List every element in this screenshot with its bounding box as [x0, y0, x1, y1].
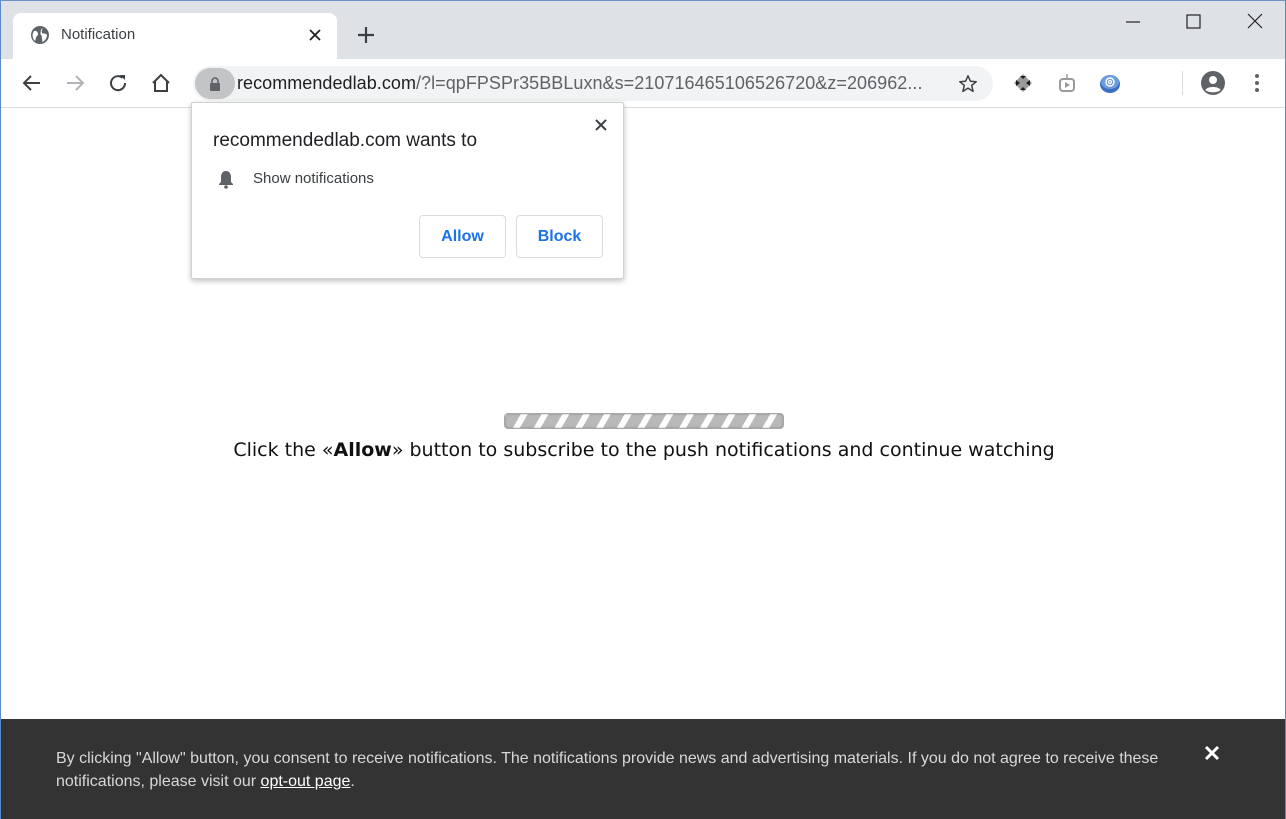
tab-title: Notification [61, 26, 136, 43]
consent-close-icon[interactable] [1202, 743, 1222, 763]
tab-close-icon[interactable] [305, 25, 325, 45]
consent-bar: By clicking "Allow" button, you consent … [1, 719, 1285, 819]
bell-icon [219, 171, 233, 189]
bookmark-star-icon[interactable] [957, 73, 979, 95]
globe-icon [31, 26, 49, 44]
permission-label: Show notifications [253, 170, 374, 187]
maximize-icon[interactable] [1181, 9, 1205, 33]
notification-permission-popup: recommendedlab.com wants to Show notific… [191, 102, 624, 279]
toolbar: recommendedlab.com/?l=qpFPSPr35BBLuxn&s=… [1, 59, 1285, 108]
menu-kebab-icon[interactable] [1245, 71, 1269, 95]
profile-avatar-icon[interactable] [1201, 71, 1225, 95]
block-button[interactable]: Block [516, 215, 603, 258]
back-icon[interactable] [20, 71, 44, 95]
loading-progress-bar [504, 413, 784, 429]
allow-button[interactable]: Allow [419, 215, 506, 258]
popup-title: recommendedlab.com wants to [213, 130, 478, 151]
allow-emphasis: Allow [333, 439, 392, 461]
url-host: recommendedlab.com [237, 73, 416, 93]
mail-extension-icon[interactable] [1098, 71, 1122, 95]
tab-notification[interactable]: Notification [13, 13, 337, 59]
address-bar[interactable]: recommendedlab.com/?l=qpFPSPr35BBLuxn&s=… [193, 66, 993, 101]
site-info-button[interactable] [195, 68, 235, 99]
reload-icon[interactable] [106, 71, 130, 95]
browser-window: Notification recommendedlab.com/?l=qpFPS… [0, 0, 1286, 819]
consent-text: By clicking "Allow" button, you consent … [56, 750, 1159, 790]
home-icon[interactable] [149, 71, 173, 95]
url-text[interactable]: recommendedlab.com/?l=qpFPSPr35BBLuxn&s=… [237, 73, 923, 94]
minimize-icon[interactable] [1121, 9, 1145, 33]
subscribe-instruction: Click the «Allow» button to subscribe to… [233, 439, 1055, 461]
diamond-extension-icon[interactable] [1011, 71, 1035, 95]
title-bar: Notification [1, 1, 1285, 59]
opt-out-link[interactable]: opt-out page [261, 773, 351, 790]
toolbar-separator [1182, 71, 1183, 95]
tv-extension-icon[interactable] [1055, 71, 1079, 95]
forward-icon[interactable] [63, 71, 87, 95]
window-close-icon[interactable] [1243, 9, 1267, 33]
new-tab-icon[interactable] [354, 23, 378, 47]
popup-close-icon[interactable] [591, 115, 611, 135]
url-path: /?l=qpFPSPr35BBLuxn&s=210716465106526720… [415, 73, 923, 93]
lock-icon [210, 77, 220, 91]
